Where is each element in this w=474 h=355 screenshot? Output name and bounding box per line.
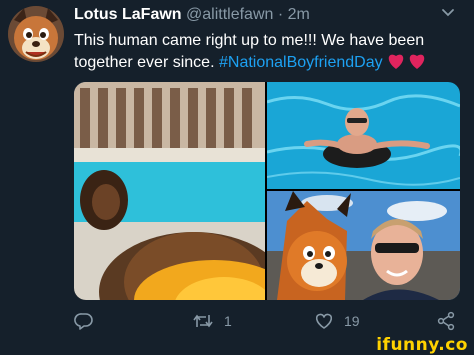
hashtag-link[interactable]: #NationalBoyfriendDay	[219, 54, 383, 71]
chevron-down-icon[interactable]	[440, 4, 456, 20]
fursuit-pool-photo[interactable]	[74, 82, 265, 300]
display-name[interactable]: Lotus LaFawn	[74, 6, 182, 23]
ifunny-watermark: ifunny.co	[376, 335, 468, 355]
red-hearts-emoji	[387, 52, 427, 77]
user-handle[interactable]: @alittlefawn	[186, 6, 273, 23]
retweet-count: 1	[224, 313, 232, 329]
like-count: 19	[344, 313, 360, 329]
tweet-timestamp[interactable]: 2m	[288, 6, 310, 23]
retweet-button[interactable]: 1	[192, 310, 232, 332]
tweet-card: Lotus LaFawn @alittlefawn · 2m This huma…	[0, 0, 474, 355]
man-in-pool-photo[interactable]	[267, 82, 460, 189]
like-button[interactable]: 19	[314, 310, 360, 332]
share-button[interactable]	[436, 310, 456, 332]
reply-button[interactable]	[74, 310, 94, 332]
selfie-photo[interactable]	[267, 191, 460, 300]
tweet-actions: 1 19	[74, 308, 460, 334]
share-icon	[436, 311, 456, 331]
tweet-text: This human came right up to me!!! We hav…	[74, 30, 454, 77]
retweet-icon	[192, 311, 214, 331]
avatar[interactable]	[8, 6, 64, 62]
reply-icon	[74, 311, 94, 331]
photo-grid	[74, 82, 460, 300]
heart-icon	[314, 311, 334, 331]
separator-dot: ·	[277, 6, 284, 23]
tweet-header: Lotus LaFawn @alittlefawn · 2m	[74, 6, 310, 26]
